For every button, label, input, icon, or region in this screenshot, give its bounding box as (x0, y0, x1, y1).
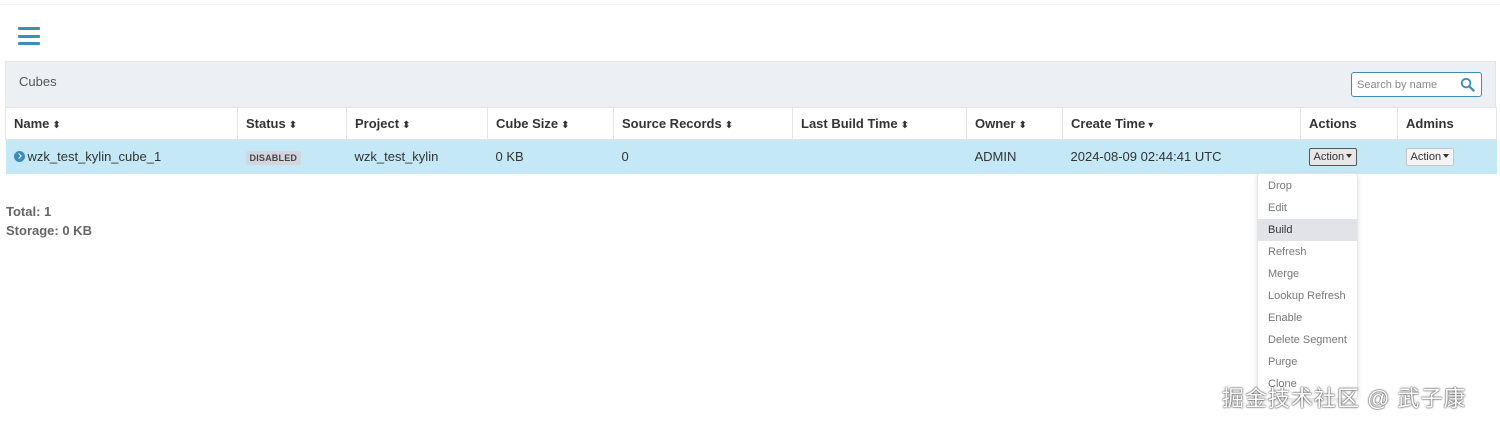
column-header-source-records[interactable]: Source Records ⬍ (613, 107, 793, 140)
sort-desc-icon[interactable]: ▾ (1148, 120, 1153, 131)
search-input[interactable] (1357, 76, 1457, 93)
action-dropdown-button[interactable]: Action (1308, 147, 1358, 166)
hamburger-menu-icon[interactable] (18, 27, 40, 45)
column-header-name[interactable]: Name ⬍ (5, 107, 238, 140)
sort-icon[interactable]: ⬍ (725, 120, 733, 131)
cell-create-time: 2024-08-09 02:44:41 UTC (1062, 139, 1301, 174)
column-header-status[interactable]: Status ⬍ (237, 107, 347, 140)
expand-circle-icon[interactable] (13, 151, 25, 163)
sort-icon[interactable]: ⬍ (1018, 120, 1026, 131)
menu-item-lookup-refresh[interactable]: Lookup Refresh (1258, 285, 1357, 307)
status-badge: DISABLED (245, 150, 302, 165)
sort-icon[interactable]: ⬍ (52, 120, 60, 131)
menu-item-refresh[interactable]: Refresh (1258, 241, 1357, 263)
cell-status: DISABLED (237, 139, 347, 174)
cell-owner: ADMIN (966, 139, 1063, 174)
cell-project: wzk_test_kylin (346, 139, 488, 174)
cell-admins: Action (1397, 139, 1497, 174)
menu-item-edit[interactable]: Edit (1258, 197, 1357, 219)
cell-source-records: 0 (613, 139, 793, 174)
cell-cube-size: 0 KB (487, 139, 614, 174)
caret-down-icon (1443, 153, 1450, 158)
menu-item-purge[interactable]: Purge (1258, 351, 1357, 373)
column-header-admins: Admins (1397, 107, 1497, 140)
cubes-table: Name ⬍ Status ⬍ Project ⬍ Cube Size ⬍ Source… (5, 107, 1497, 174)
total-count: Total: 1 (6, 204, 52, 219)
column-header-project[interactable]: Project ⬍ (346, 107, 488, 140)
caret-down-icon (1346, 153, 1353, 158)
sort-icon[interactable]: ⬍ (289, 120, 297, 131)
column-header-create-time[interactable]: Create Time ▾ (1062, 107, 1301, 140)
cubes-panel-header: Cubes (5, 61, 1496, 107)
cell-last-build-time (792, 139, 967, 174)
totals-summary: Total: 1 Storage: 0 KB (6, 202, 92, 240)
sort-icon[interactable]: ⬍ (901, 120, 909, 131)
sort-icon[interactable]: ⬍ (402, 120, 410, 131)
search-box[interactable] (1351, 72, 1482, 97)
menu-item-delete-segment[interactable]: Delete Segment (1258, 329, 1357, 351)
column-header-cube-size[interactable]: Cube Size ⬍ (487, 107, 614, 140)
top-divider (0, 4, 1500, 5)
table-row[interactable]: wzk_test_kylin_cube_1 DISABLED wzk_test_… (5, 139, 1497, 174)
column-header-owner[interactable]: Owner ⬍ (966, 107, 1063, 140)
menu-item-build[interactable]: Build (1258, 219, 1357, 241)
cell-actions: Action (1300, 139, 1398, 174)
menu-item-merge[interactable]: Merge (1258, 263, 1357, 285)
sort-icon[interactable]: ⬍ (561, 120, 569, 131)
menu-item-drop[interactable]: Drop (1258, 175, 1357, 197)
column-header-last-build-time[interactable]: Last Build Time ⬍ (792, 107, 967, 140)
table-header-row: Name ⬍ Status ⬍ Project ⬍ Cube Size ⬍ Source… (5, 107, 1497, 140)
menu-item-enable[interactable]: Enable (1258, 307, 1357, 329)
column-header-actions: Actions (1300, 107, 1398, 140)
panel-title: Cubes (19, 74, 57, 89)
cell-name[interactable]: wzk_test_kylin_cube_1 (5, 139, 238, 174)
search-icon[interactable] (1460, 77, 1475, 92)
storage-size: Storage: 0 KB (6, 223, 92, 238)
watermark-text: 掘金技术社区 @ 武子康 (1222, 386, 1467, 411)
admin-action-dropdown-button[interactable]: Action (1405, 147, 1455, 166)
action-dropdown-menu: Drop Edit Build Refresh Merge Lookup Ref… (1257, 173, 1358, 399)
cube-name-link[interactable]: wzk_test_kylin_cube_1 (28, 149, 162, 164)
